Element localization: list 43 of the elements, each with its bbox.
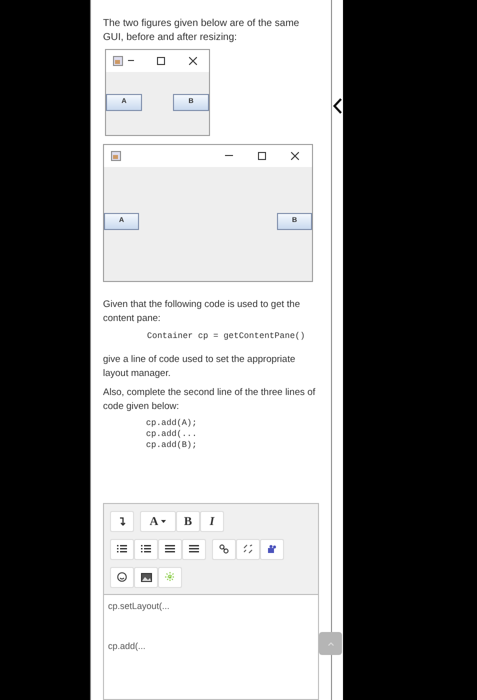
- editor-text: cp.setLayout(...: [108, 600, 171, 613]
- toggle-icon: [118, 516, 126, 526]
- bold-button[interactable]: B: [176, 510, 200, 532]
- teams-button[interactable]: [260, 538, 284, 560]
- question-text: Given that the following code is used to get the content pane:: [103, 298, 301, 326]
- bullet-list-icon: [117, 545, 127, 554]
- font-button[interactable]: A: [140, 510, 176, 532]
- close-icon[interactable]: [189, 57, 197, 65]
- link-icon: [219, 544, 229, 554]
- bullet-list-button[interactable]: [110, 538, 134, 560]
- numbered-list-button[interactable]: [134, 538, 158, 560]
- emoji-button[interactable]: [110, 566, 134, 588]
- minimize-icon[interactable]: [128, 60, 134, 62]
- question-text: give a line of code used to set the appropriate layout manager.: [103, 352, 296, 381]
- sparkle-icon: [165, 572, 175, 582]
- indent-button[interactable]: [182, 538, 206, 560]
- link-button[interactable]: [212, 538, 236, 560]
- numbered-list-icon: [141, 545, 151, 554]
- italic-button[interactable]: I: [200, 510, 224, 532]
- indent-icon: [189, 545, 199, 554]
- app-icon: [111, 151, 121, 161]
- chevron-up-icon: [328, 642, 334, 646]
- image-button[interactable]: [134, 566, 158, 588]
- close-icon[interactable]: [291, 152, 299, 160]
- people-icon: [267, 544, 277, 554]
- maximize-icon[interactable]: [258, 152, 266, 160]
- code-line: cp.add(...: [146, 428, 198, 440]
- image-icon: [140, 572, 152, 582]
- caret-icon: [161, 520, 166, 523]
- code-line: cp.add(A);: [146, 418, 198, 429]
- code-line: cp.add(B);: [146, 440, 198, 451]
- code-line: Container cp = getContentPane(): [147, 330, 306, 343]
- outdent-button[interactable]: [158, 538, 182, 560]
- outdent-icon: [165, 545, 175, 554]
- smiley-icon: [117, 572, 127, 582]
- app-icon: [113, 56, 123, 66]
- question-text: The two figures given below are of the same GUI, before and after resizing:: [103, 17, 300, 45]
- editor-text: cp.add(...: [108, 640, 147, 654]
- chevron-left-icon[interactable]: [333, 98, 342, 114]
- maximize-icon[interactable]: [157, 57, 165, 65]
- toolbar-toggle-button[interactable]: [110, 510, 134, 532]
- question-text: Also, complete the second line of the three lines of code given below:: [103, 386, 316, 414]
- minimize-icon[interactable]: [225, 155, 233, 157]
